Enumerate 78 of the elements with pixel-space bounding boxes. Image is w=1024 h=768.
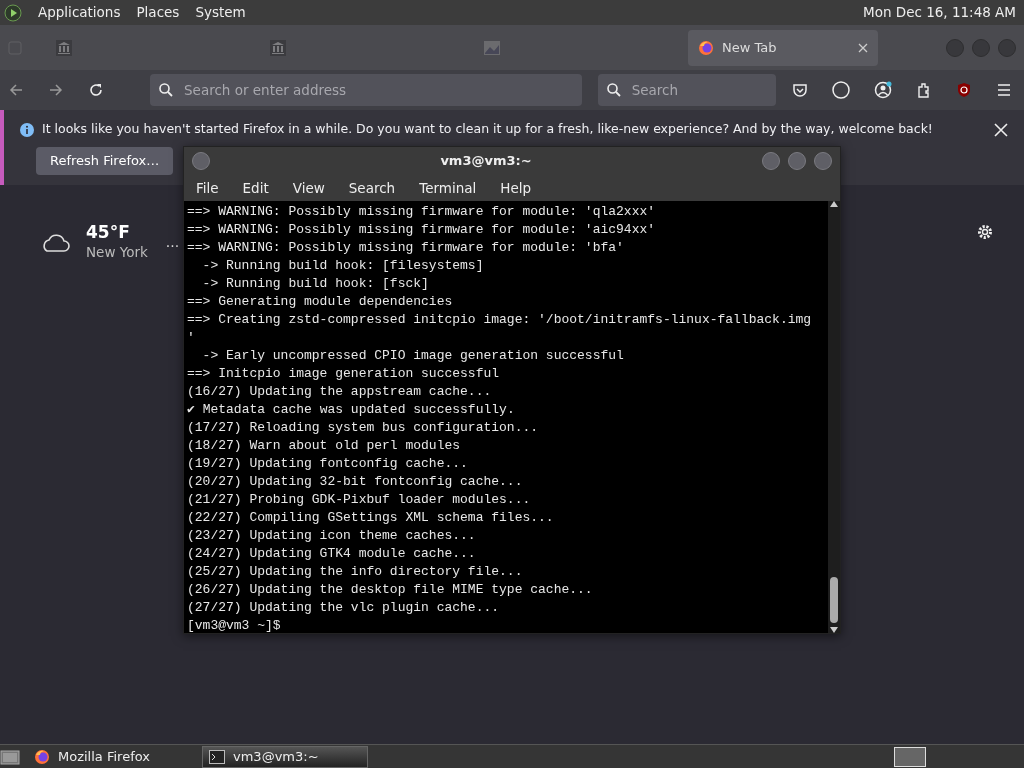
terminal-line: -> Running build hook: [filesystems] [201,256,485,275]
taskbar-button[interactable]: Mozilla Firefox [28,745,194,768]
terminal-line: ' [187,328,196,347]
notification-message: It looks like you haven't started Firefox in a while. Do you want to clean it up for a fresh, like-new experience? And by the way, welcome back! [42,120,933,139]
refresh-button[interactable]: Refresh Firefox… [36,147,174,175]
terminal-line: (19/27) Updating fontconfig cache... [187,454,469,473]
scroll-down-icon[interactable] [830,627,838,633]
terminal-line: (22/27) Compiling GSettings XML schema files... [187,508,555,527]
terminal-line: (24/27) Updating GTK4 module cache... [187,544,477,563]
scrollbar[interactable] [828,200,840,633]
info-icon [20,122,34,137]
firefox-icon [34,748,50,765]
search-icon [605,82,622,98]
pocket-icon[interactable] [792,82,808,98]
image-icon [484,39,500,56]
terminal-icon [209,749,225,764]
terminal-line: (27/27) Updating the vlc plugin cache... [187,598,501,617]
menu-item[interactable]: File [192,177,223,198]
terminal-line: ==> Creating zstd-compressed initcpio image: '/boot/initramfs-linux-fallback.img [187,310,813,329]
reload-icon[interactable] [88,82,104,98]
terminal-line: ==> WARNING: Possibly missing firmware for module: 'qla2xxx' [187,202,657,221]
panel-menu[interactable]: Places [136,2,180,23]
taskbar-button[interactable]: vm3@vm3:~ [202,745,368,768]
terminal-line: (17/27) Reloading system bus configuration... [187,418,540,437]
forward-icon[interactable] [48,82,64,98]
panel-menu[interactable]: System [195,2,246,23]
circle-icon[interactable] [832,81,850,99]
show-desktop-icon[interactable] [0,748,20,765]
firefox-icon [698,39,714,56]
terminal-line: ==> Initcpio image generation successful [187,364,501,383]
temperature: 45°F [86,223,131,242]
menu-item[interactable]: Help [496,177,536,198]
more-button[interactable]: ... [165,231,180,253]
shield-icon[interactable] [956,82,972,98]
menu-item[interactable]: Edit [238,177,273,198]
scroll-thumb[interactable] [830,577,838,623]
address-input[interactable]: Search or enter address [182,78,574,102]
bank-icon [56,39,72,56]
panel-menu[interactable]: Applications [38,2,121,23]
terminal-line: (16/27) Updating the appstream cache... [187,382,493,401]
menu-item[interactable]: View [288,177,329,198]
terminal-line: -> Running build hook: [fsck] [201,274,430,293]
menu-logo-icon[interactable] [4,3,22,22]
terminal-line: (23/27) Updating icon theme caches... [187,526,477,545]
close-button[interactable] [814,151,832,170]
menu-item[interactable]: Search [344,177,400,198]
search-input[interactable]: Search [629,78,768,102]
terminal-line: (25/27) Updating the info directory file... [187,562,524,581]
minimize-button[interactable] [762,151,780,170]
cloud-icon [40,231,70,254]
maximize-button[interactable] [788,151,806,170]
address-field[interactable]: Search or enter address [150,74,582,106]
settings-icon[interactable] [976,223,994,241]
workspace-switcher[interactable] [894,746,926,767]
menu-icon[interactable] [996,82,1012,98]
terminal-line: ==> Generating module dependencies [187,292,454,311]
search-field[interactable]: Search [597,74,776,106]
terminal-line: [vm3@vm3 ~]$ [187,616,282,635]
extensions-icon[interactable] [916,82,932,98]
terminal-line: -> Early uncompressed CPIO image generation successful [201,346,625,365]
account-icon[interactable] [874,81,892,99]
window-title: vm3@vm3:~ [439,152,533,171]
terminal-line: (26/27) Updating the desktop file MIME type cache... [187,580,594,599]
location-label: New York [86,242,148,262]
search-icon [158,82,174,98]
terminal-line: (18/27) Warn about old perl modules [187,436,462,455]
terminal-line: ✔ Metadata cache was updated successfully. [187,400,516,419]
menu-item[interactable]: Terminal [415,177,481,198]
browser-tab[interactable]: New Tab [688,29,878,66]
terminal-line: (20/27) Updating 32-bit fontconfig cache... [187,472,524,491]
terminal-line: ==> WARNING: Possibly missing firmware for module: 'aic94xx' [187,220,657,239]
terminal-line: ==> WARNING: Possibly missing firmware for module: 'bfa' [187,238,625,257]
scroll-up-icon[interactable] [830,200,838,207]
clock: Mon Dec 16, 11:48 AM [863,3,1017,23]
window-menu-button[interactable] [192,151,210,170]
terminal-line: (21/27) Probing GDK-Pixbuf loader modules... [187,490,532,509]
bank-icon [270,39,286,56]
back-icon[interactable] [8,82,24,98]
